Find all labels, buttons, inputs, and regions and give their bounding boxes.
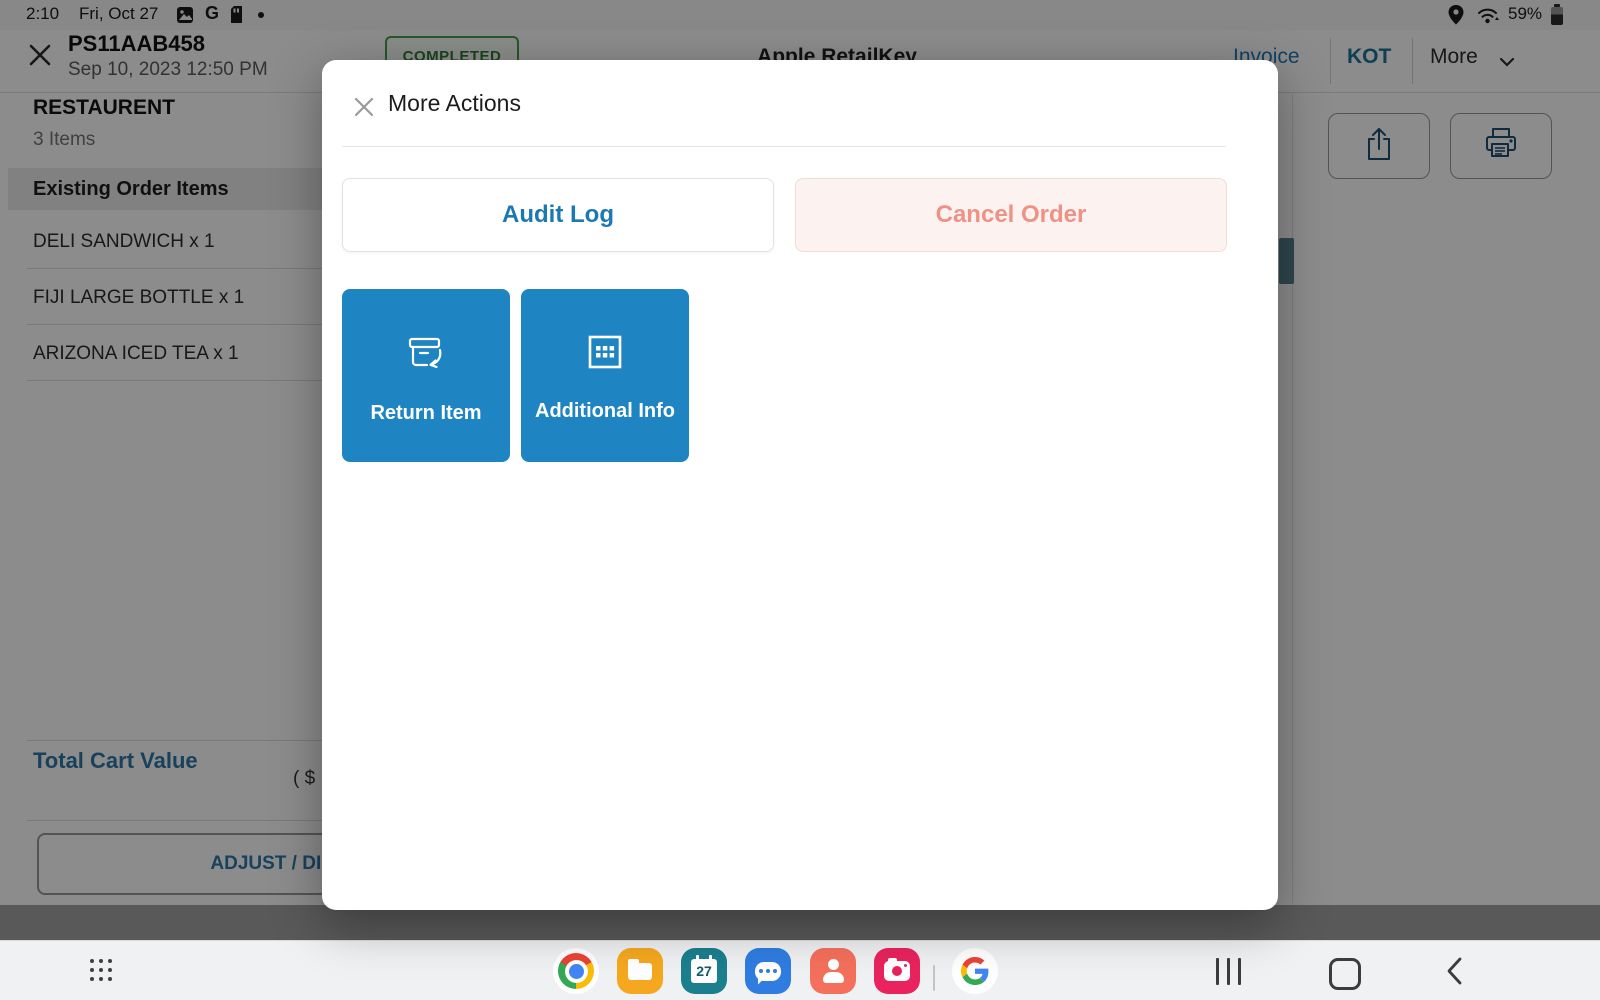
audit-log-label: Audit Log [502,201,614,229]
calendar-icon[interactable]: 27 [681,948,727,994]
calendar-day: 27 [696,963,712,979]
back-button[interactable] [1446,957,1463,990]
chrome-icon[interactable] [553,948,599,994]
return-box-icon [401,327,451,382]
apps-grid-icon[interactable] [90,959,112,981]
system-taskbar: 27 [0,940,1600,1000]
modal-divider [342,146,1226,147]
additional-info-tile[interactable]: Additional Info [521,289,689,462]
cancel-order-button[interactable]: Cancel Order [795,178,1227,252]
tile-label: Additional Info [535,400,675,423]
more-actions-modal: More Actions Audit Log Cancel Order Retu… [322,60,1278,910]
audit-log-button[interactable]: Audit Log [342,178,774,252]
cancel-order-label: Cancel Order [936,201,1087,229]
grid-info-icon [582,329,628,380]
dock-divider [933,965,935,991]
close-icon[interactable] [352,95,376,119]
recents-button[interactable] [1216,958,1244,985]
camera-icon[interactable] [874,948,920,994]
return-item-tile[interactable]: Return Item [342,289,510,462]
messages-icon[interactable] [745,948,791,994]
my-files-icon[interactable] [617,948,663,994]
google-icon[interactable] [952,948,998,994]
tile-label: Return Item [370,402,481,425]
modal-title: More Actions [388,90,521,117]
screen: 2:10 Fri, Oct 27 G 59% PS11AAB458 [0,0,1600,1000]
contacts-icon[interactable] [810,948,856,994]
home-button[interactable] [1329,958,1361,990]
